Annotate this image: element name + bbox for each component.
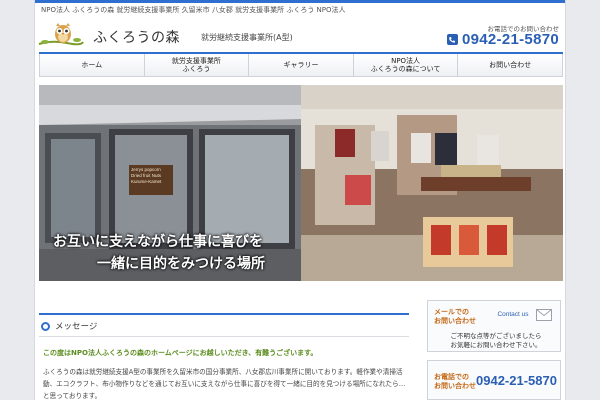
header-phone[interactable]: 0942-21-5870 xyxy=(446,31,559,48)
hero-caption-line1: お互いに支えながら仕事に喜びを xyxy=(53,234,263,250)
site-logo[interactable] xyxy=(37,20,85,50)
global-nav: ホーム 就労支援事業所 ふくろう ギャラリー NPO法人 ふくろうの森について … xyxy=(39,52,563,77)
phone-icon xyxy=(446,34,458,45)
sidebar-tel-title: お電話での お問い合わせ xyxy=(434,373,476,390)
contact-us-button[interactable]: Contact us xyxy=(492,308,534,321)
message-title: メッセージ xyxy=(55,322,98,332)
sidebar-tel-number: 0942-21-5870 xyxy=(476,373,557,388)
nav-item-contact[interactable]: お問い合わせ xyxy=(458,54,563,76)
nav-item-gallery[interactable]: ギャラリー xyxy=(249,54,354,76)
hero-banner: Jerrys popcorn Dried fruit Nuts Kurume-K… xyxy=(39,85,563,281)
message-divider xyxy=(39,336,409,337)
nav-item-home[interactable]: ホーム xyxy=(39,54,145,76)
shop-sign: Jerrys popcorn Dried fruit Nuts Kurume-K… xyxy=(131,167,162,184)
message-heading: メッセージ xyxy=(41,320,97,332)
header-tagline: NPO法人 ふくろうの森 就労継続支援事業所 久留米市 八女郡 就労支援事業所 … xyxy=(41,6,346,14)
top-accent-bar xyxy=(35,0,565,3)
shop-interior-photo xyxy=(301,85,563,281)
hero-caption-line2: 一緒に目的をみつける場所 xyxy=(97,256,265,272)
storefront-photo: Jerrys popcorn Dried fruit Nuts Kurume-K… xyxy=(39,85,301,281)
sidebar-mail-note: ご不明な点等がございましたら お気軽にお問い合わせ下さい。 xyxy=(450,332,542,349)
site-subtitle: 就労継続支援事業所(A型) xyxy=(201,33,293,42)
message-body: ふくろうの森は就労継続支援A型の事業所を久留米市の国分事業所、八女郡広川事業所に… xyxy=(43,368,406,400)
owl-on-branch-logo-icon xyxy=(38,23,84,46)
message-lead: この度はNPO法人ふくろうの森のホームページにお越しいただき、有難うございます。 xyxy=(43,349,318,357)
page-container: NPO法人 ふくろうの森 就労継続支援事業所 久留米市 八女郡 就労支援事業所 … xyxy=(34,0,566,400)
content-rule xyxy=(39,313,409,315)
sidebar-tel-contact[interactable]: お電話での お問い合わせ 0942-21-5870 xyxy=(427,360,561,400)
mail-icon xyxy=(536,309,552,321)
header-phone-number: 0942-21-5870 xyxy=(461,31,559,48)
sidebar-mail-contact[interactable]: メールでの お問い合わせ Contact us ご不明な点等がございましたら お… xyxy=(427,300,561,352)
nav-item-about[interactable]: NPO法人 ふくろうの森について xyxy=(354,54,459,76)
sidebar-mail-title: メールでの お問い合わせ xyxy=(434,308,476,325)
circle-bullet-icon xyxy=(41,321,50,331)
site-name[interactable]: ふくろうの森 xyxy=(93,27,180,47)
nav-item-facility[interactable]: 就労支援事業所 ふくろう xyxy=(145,54,250,76)
